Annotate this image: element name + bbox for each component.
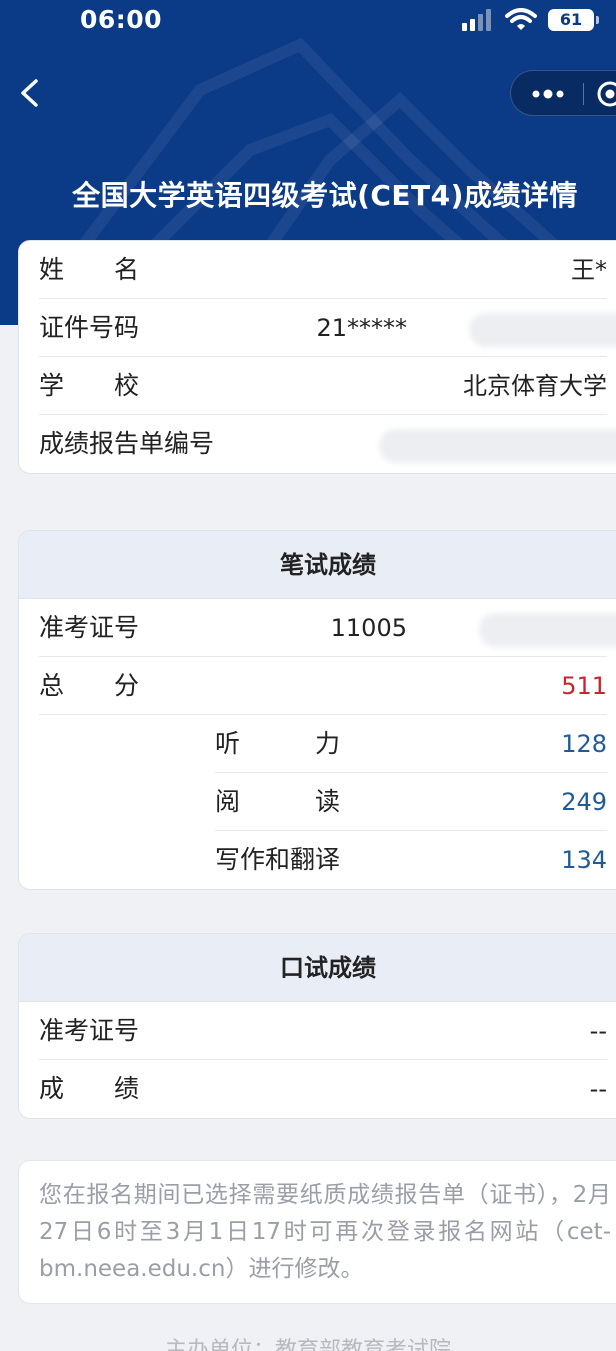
school-value: 北京体育大学 — [463, 372, 607, 400]
total-score-row: 总 分 511 — [39, 657, 607, 715]
total-score-label: 总 分 — [39, 671, 140, 700]
info-row-school: 学 校 北京体育大学 — [39, 357, 607, 415]
reading-label: 阅 读 — [215, 787, 341, 816]
name-label: 姓 名 — [39, 255, 140, 284]
personal-info-card: 姓 名 王* 证件号码 21***** 学 校 北京体育大学 成绩报告单编号 — [18, 240, 616, 474]
info-row-report-number: 成绩报告单编号 — [39, 415, 616, 473]
battery-level: 61 — [559, 10, 583, 29]
oral-ticket-label: 准考证号 — [39, 1016, 140, 1045]
oral-exam-card: 口试成绩 准考证号 -- 成 绩 -- — [18, 933, 616, 1119]
wifi-icon — [505, 8, 537, 30]
paper-report-notice: 您在报名期间已选择需要纸质成绩报告单（证书），2月27日6时至3月1日17时可再… — [18, 1160, 616, 1304]
reading-score-row: 阅 读 249 — [215, 773, 607, 831]
written-ticket-value: 11005 — [330, 614, 407, 642]
redaction-smudge — [479, 613, 616, 647]
report-number-label: 成绩报告单编号 — [39, 429, 215, 458]
name-value: 王* — [571, 256, 607, 284]
oral-score-label: 成 绩 — [39, 1074, 140, 1103]
info-row-id-number: 证件号码 21***** — [39, 299, 616, 357]
battery-indicator: 61 — [548, 9, 599, 31]
written-ticket-row: 准考证号 11005 — [39, 599, 616, 657]
organizer-footer: 主办单位：教育部教育考试院 — [164, 1338, 451, 1351]
close-mini-program-icon[interactable] — [595, 79, 616, 109]
writing-translation-score-row: 写作和翻译 134 — [215, 831, 607, 889]
status-bar: 06:00 61 — [0, 0, 616, 44]
cet-score-page: 06:00 61 全国大学英语四级考试(CET4)成绩详情 姓 名 王* 证件号… — [0, 0, 616, 1351]
redaction-smudge — [469, 313, 616, 347]
school-label: 学 校 — [39, 371, 140, 400]
signal-icon — [462, 9, 491, 31]
capsule-divider — [583, 83, 584, 105]
oral-ticket-row: 准考证号 -- — [39, 1002, 607, 1060]
oral-score-row: 成 绩 -- — [39, 1060, 607, 1118]
notice-text: 您在报名期间已选择需要纸质成绩报告单（证书），2月27日6时至3月1日17时可再… — [39, 1182, 611, 1282]
back-icon[interactable] — [18, 78, 42, 108]
more-icon[interactable] — [528, 84, 568, 104]
oral-exam-title: 口试成绩 — [19, 934, 616, 1002]
writing-translation-label: 写作和翻译 — [215, 845, 341, 874]
written-exam-card: 笔试成绩 准考证号 11005 总 分 511 听 力 128 阅 读 249 … — [18, 530, 616, 890]
listening-label: 听 力 — [215, 729, 341, 758]
id-number-label: 证件号码 — [39, 313, 140, 342]
page-title: 全国大学英语四级考试(CET4)成绩详情 — [72, 179, 578, 212]
status-time: 06:00 — [80, 5, 163, 34]
reading-value: 249 — [561, 788, 607, 816]
written-exam-title: 笔试成绩 — [19, 531, 616, 599]
id-number-value: 21***** — [316, 314, 407, 342]
listening-value: 128 — [561, 730, 607, 758]
mini-program-capsule — [510, 70, 616, 116]
info-row-name: 姓 名 王* — [39, 241, 607, 299]
written-ticket-label: 准考证号 — [39, 613, 140, 642]
oral-ticket-value: -- — [589, 1017, 607, 1045]
total-score-value: 511 — [561, 672, 607, 700]
oral-score-value: -- — [589, 1075, 607, 1103]
writing-translation-value: 134 — [561, 846, 607, 874]
redaction-smudge — [379, 429, 616, 463]
listening-score-row: 听 力 128 — [215, 715, 607, 773]
